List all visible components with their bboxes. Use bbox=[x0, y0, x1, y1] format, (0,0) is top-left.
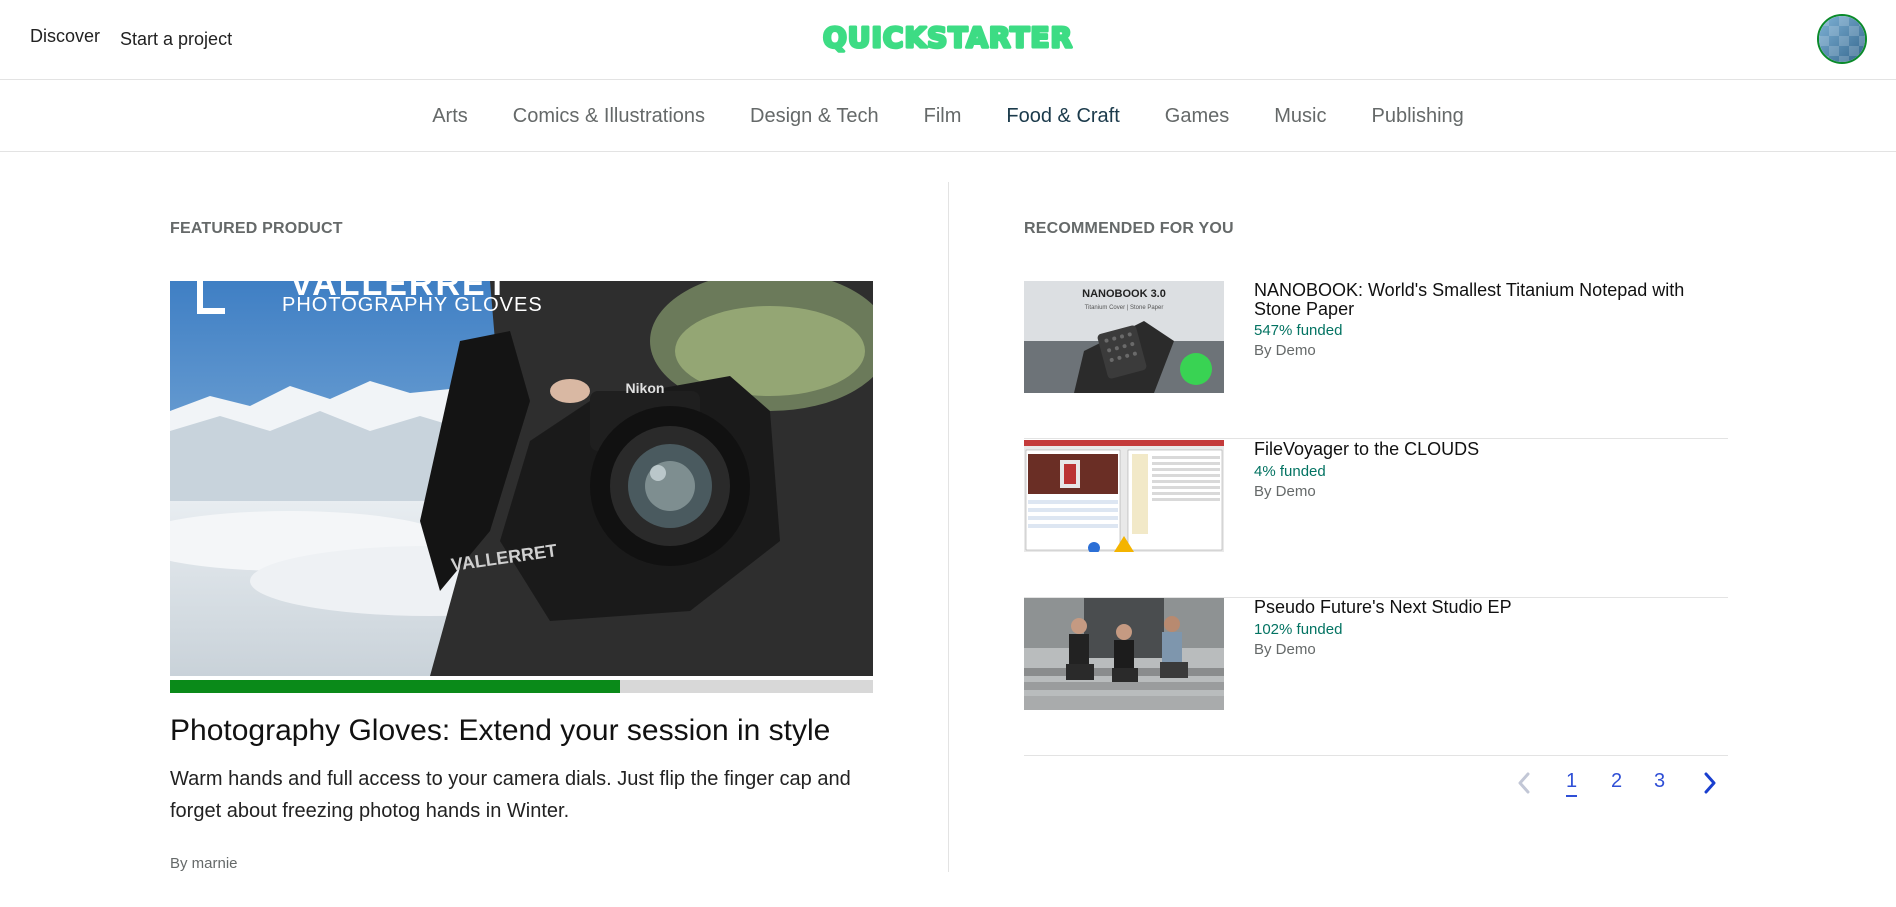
logo-text: QUICKSTARTER bbox=[823, 21, 1073, 54]
user-avatar[interactable] bbox=[1817, 14, 1867, 64]
camera-brand-text: Nikon bbox=[626, 380, 665, 396]
recommended-funded: 102% funded bbox=[1254, 621, 1343, 638]
page-3-button[interactable]: 3 bbox=[1654, 770, 1665, 793]
recommended-thumbnail[interactable] bbox=[1024, 440, 1224, 552]
category-arts[interactable]: Arts bbox=[432, 105, 468, 128]
recommended-title[interactable]: NANOBOOK: World's Smallest Titanium Note… bbox=[1254, 281, 1728, 319]
category-games[interactable]: Games bbox=[1165, 105, 1229, 128]
category-food-craft[interactable]: Food & Craft bbox=[1006, 105, 1119, 128]
featured-title[interactable]: Photography Gloves: Extend your session … bbox=[170, 714, 830, 748]
chevron-right-icon[interactable] bbox=[1703, 772, 1717, 794]
featured-section-label: FEATURED PRODUCT bbox=[170, 220, 343, 237]
thumb-sub-text: Titanium Cover | Stone Paper bbox=[1085, 305, 1164, 311]
recommended-item[interactable]: FileVoyager to the CLOUDS 4% funded By D… bbox=[1024, 440, 1728, 598]
column-divider bbox=[948, 182, 949, 872]
category-publishing[interactable]: Publishing bbox=[1372, 105, 1464, 128]
recommended-author[interactable]: By Demo bbox=[1254, 483, 1316, 500]
quickstarter-logo[interactable]: QUICKSTARTER bbox=[817, 18, 1079, 55]
category-list: Arts Comics & Illustrations Design & Tec… bbox=[0, 80, 1896, 152]
page-2-button[interactable]: 2 bbox=[1611, 770, 1622, 793]
start-project-link[interactable]: Start a project bbox=[120, 29, 232, 50]
featured-author[interactable]: By marnie bbox=[170, 855, 238, 872]
chevron-left-icon[interactable] bbox=[1517, 772, 1531, 794]
recommended-item[interactable]: NANOBOOK 3.0 Titanium Cover | Stone Pape… bbox=[1024, 281, 1728, 439]
featured-description: Warm hands and full access to your camer… bbox=[170, 768, 851, 822]
image-caption-text: PHOTOGRAPHY GLOVES bbox=[282, 294, 543, 316]
recommended-item[interactable]: Pseudo Future's Next Studio EP 102% fund… bbox=[1024, 598, 1728, 756]
recommended-author[interactable]: By Demo bbox=[1254, 641, 1316, 658]
recommended-thumbnail[interactable]: NANOBOOK 3.0 Titanium Cover | Stone Pape… bbox=[1024, 281, 1224, 393]
funding-progress-fill bbox=[170, 680, 620, 693]
recommended-author[interactable]: By Demo bbox=[1254, 342, 1316, 359]
recommended-funded: 4% funded bbox=[1254, 463, 1326, 480]
recommended-section-label: RECOMMENDED FOR YOU bbox=[1024, 220, 1234, 237]
category-music[interactable]: Music bbox=[1274, 105, 1326, 128]
thumb-title-text: NANOBOOK 3.0 bbox=[1082, 288, 1166, 300]
category-bar: Arts Comics & Illustrations Design & Tec… bbox=[0, 80, 1896, 152]
category-film[interactable]: Film bbox=[924, 105, 962, 128]
recommended-thumbnail[interactable] bbox=[1024, 598, 1224, 710]
discover-link[interactable]: Discover bbox=[30, 26, 100, 50]
category-design-tech[interactable]: Design & Tech bbox=[750, 105, 879, 128]
page-1-button[interactable]: 1 bbox=[1566, 770, 1578, 797]
top-nav: Discover Start a project bbox=[30, 26, 232, 50]
recommended-funded: 547% funded bbox=[1254, 322, 1343, 339]
top-header: Discover Start a project QUICKSTARTER bbox=[0, 0, 1896, 80]
funding-progress-bar bbox=[170, 680, 873, 693]
category-comics-illustrations[interactable]: Comics & Illustrations bbox=[513, 105, 705, 128]
featured-image[interactable]: Nikon VALLERRET PHOTOGRAPHY GLOVES VALLE… bbox=[170, 281, 873, 676]
recommended-title[interactable]: FileVoyager to the CLOUDS bbox=[1254, 440, 1728, 459]
recommended-title[interactable]: Pseudo Future's Next Studio EP bbox=[1254, 598, 1728, 617]
